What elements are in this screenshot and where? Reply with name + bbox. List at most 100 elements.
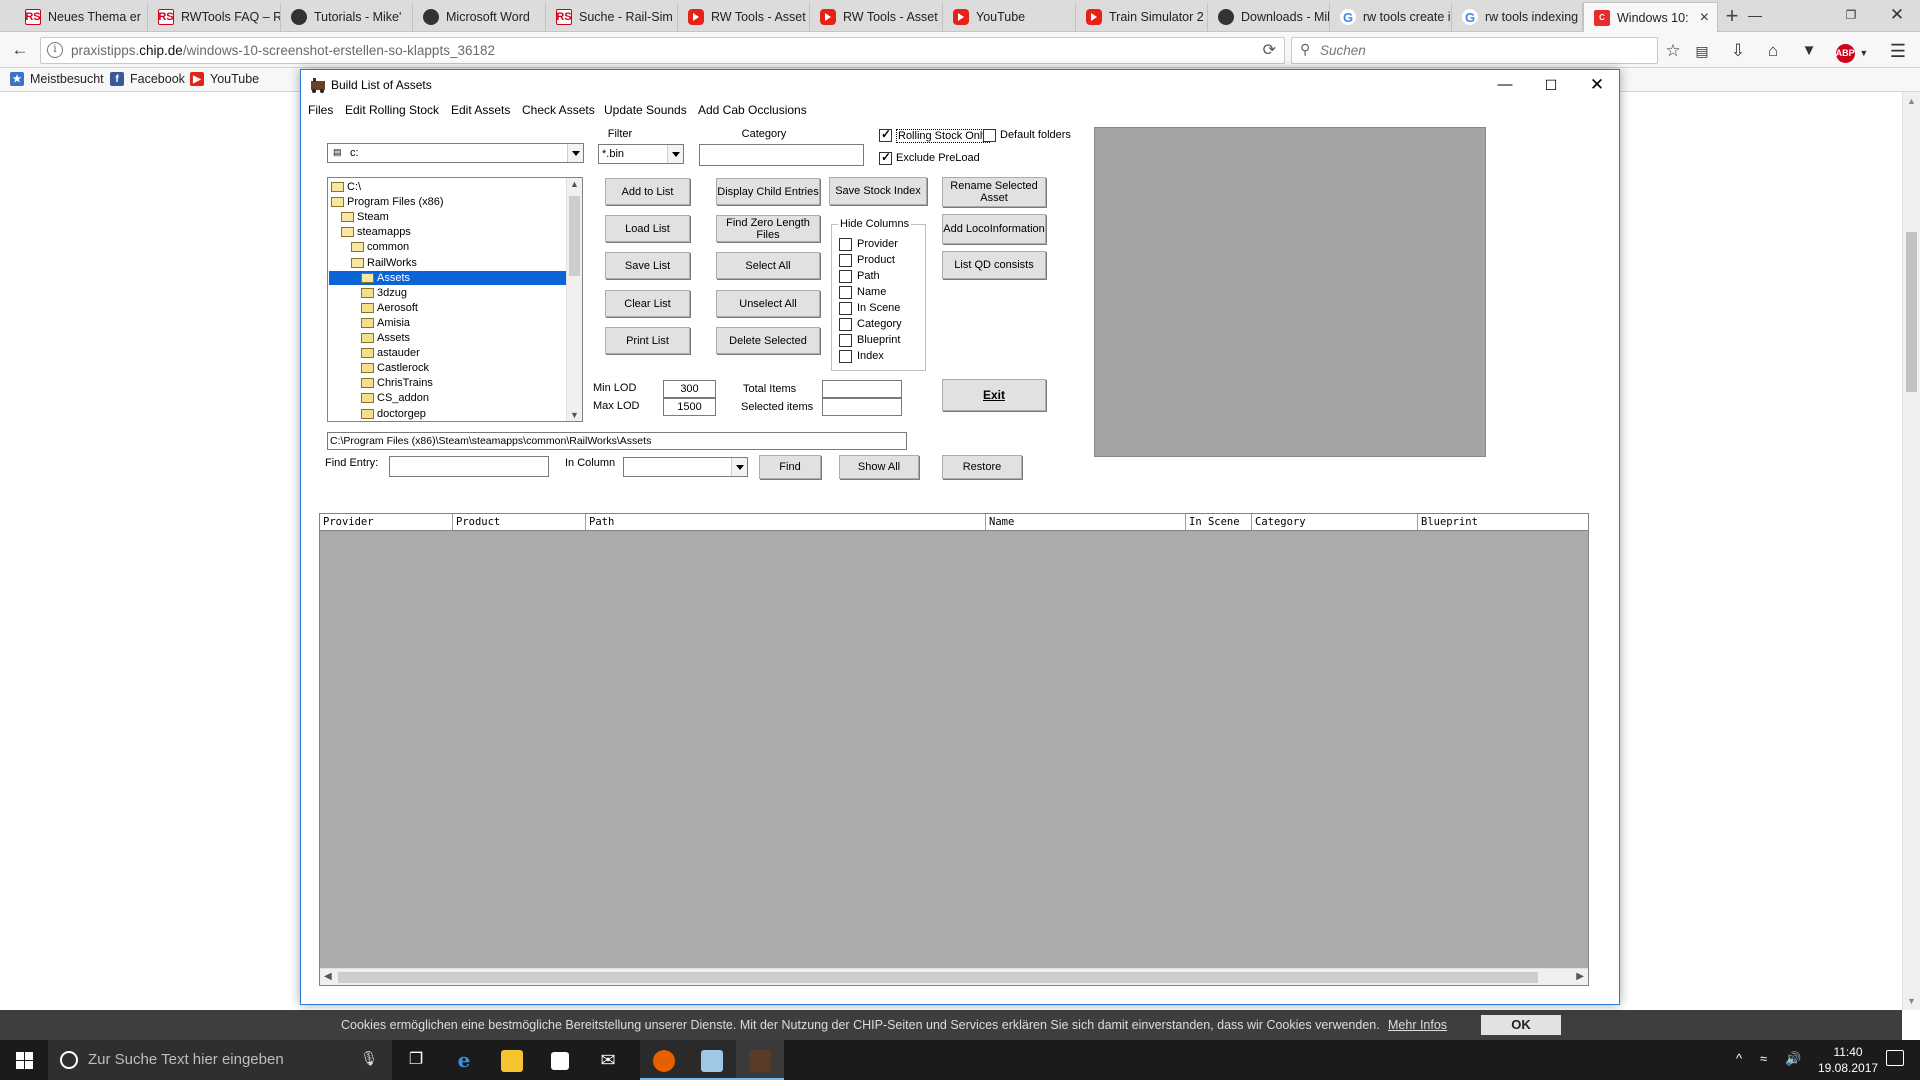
menu-check-assets[interactable]: Check Assets (522, 103, 595, 117)
microphone-icon[interactable]: 🎙 (360, 1050, 378, 1067)
hide-column-label[interactable]: Name (857, 286, 886, 298)
store-icon[interactable] (536, 1040, 584, 1080)
hide-column-checkbox[interactable] (839, 270, 852, 283)
min-lod-input[interactable]: 300 (663, 380, 716, 398)
rolling-stock-only-label[interactable]: Rolling Stock Only (896, 129, 990, 143)
hide-column-label[interactable]: Blueprint (857, 334, 900, 346)
browser-tab[interactable]: Tutorials - Mike' (281, 3, 413, 31)
browser-minimize-button[interactable]: — (1732, 0, 1778, 30)
app-minimize-button[interactable]: — (1482, 70, 1528, 100)
clear-list-button[interactable]: Clear List (605, 290, 690, 317)
tree-item[interactable]: common (351, 240, 409, 254)
add-to-list-button[interactable]: Add to List (605, 178, 690, 205)
pocket-icon[interactable]: ▼ (1797, 40, 1821, 62)
menu-edit-rolling-stock[interactable]: Edit Rolling Stock (345, 103, 439, 117)
menu-hamburger-icon[interactable]: ☰ (1886, 40, 1910, 62)
default-folders-label[interactable]: Default folders (1000, 129, 1071, 141)
site-info-icon[interactable]: i (47, 42, 63, 58)
tree-item[interactable]: Amisia (361, 316, 410, 330)
tree-item[interactable]: Program Files (x86) (331, 195, 444, 209)
in-column-select[interactable] (623, 457, 748, 477)
grid-scroll-thumb[interactable] (338, 972, 1538, 983)
cookie-ok-button[interactable]: OK (1481, 1015, 1561, 1035)
asset-list-grid[interactable]: Provider Product Path Name In Scene Cate… (319, 513, 1589, 986)
tree-scrollbar[interactable]: ▲ ▼ (566, 178, 582, 421)
app-maximize-button[interactable]: ☐ (1528, 70, 1574, 100)
start-button[interactable] (0, 1040, 48, 1080)
address-bar[interactable]: i praxistipps.chip.de/windows-10-screens… (40, 37, 1285, 64)
build-list-app-icon[interactable] (736, 1040, 784, 1080)
adblock-icon[interactable]: ABP ▼ (1832, 40, 1872, 63)
drive-select[interactable]: ▤ c: (327, 143, 584, 163)
chevron-down-icon[interactable] (667, 145, 683, 163)
find-entry-input[interactable] (389, 456, 549, 477)
hide-column-label[interactable]: Path (857, 270, 880, 282)
reload-icon[interactable]: ⟳ (1263, 40, 1276, 60)
tree-item[interactable]: C:\ (331, 180, 361, 194)
tree-item[interactable]: RailWorks (351, 256, 417, 270)
tree-item[interactable]: Aerosoft (361, 301, 418, 315)
rolling-stock-only-checkbox[interactable] (879, 127, 892, 142)
bookmark-meistbesucht[interactable]: ★ Meistbesucht (10, 72, 104, 86)
default-folders-checkbox[interactable] (983, 129, 996, 142)
browser-tab[interactable]: Downloads - Mik (1208, 3, 1330, 31)
display-child-entries-button[interactable]: Display Child Entries (716, 178, 820, 205)
page-scrollbar[interactable]: ▲ ▼ (1902, 92, 1920, 1010)
hide-column-label[interactable]: In Scene (857, 302, 900, 314)
column-header-name[interactable]: Name (986, 514, 1186, 530)
column-header-product[interactable]: Product (453, 514, 586, 530)
browser-tab[interactable]: YouTube (943, 3, 1076, 31)
browser-tab[interactable]: C Windows 10: × (1583, 2, 1718, 32)
browser-tab[interactable]: Grw tools create in (1330, 3, 1452, 31)
scroll-down-arrow[interactable]: ▼ (1907, 996, 1916, 1006)
network-icon[interactable]: ≈ (1760, 1051, 1767, 1066)
hide-column-checkbox[interactable] (839, 318, 852, 331)
load-list-button[interactable]: Load List (605, 215, 690, 242)
exclude-preload-checkbox[interactable] (879, 150, 892, 165)
hide-column-checkbox[interactable] (839, 302, 852, 315)
folder-tree[interactable]: C:\ Program Files (x86) Steam steamapps comm… (327, 177, 583, 422)
exclude-preload-label[interactable]: Exclude PreLoad (896, 152, 980, 164)
scroll-down-arrow[interactable]: ▼ (570, 410, 579, 420)
unselect-all-button[interactable]: Unselect All (716, 290, 820, 317)
column-header-category[interactable]: Category (1252, 514, 1418, 530)
rwtools-icon[interactable] (688, 1040, 736, 1080)
rename-selected-asset-button[interactable]: Rename Selected Asset (942, 177, 1046, 207)
tree-item[interactable]: 3dzug (361, 286, 407, 300)
tree-item[interactable]: CS_addon (361, 391, 429, 405)
chevron-down-icon[interactable] (567, 144, 583, 162)
exit-button[interactable]: Exit (942, 379, 1046, 411)
current-path-field[interactable]: C:\Program Files (x86)\Steam\steamapps\c… (327, 432, 907, 450)
search-input[interactable]: ⚲ Suchen (1291, 37, 1658, 64)
menu-update-sounds[interactable]: Update Sounds (604, 103, 687, 117)
tree-scroll-thumb[interactable] (569, 196, 580, 276)
download-icon[interactable]: ⇩ (1726, 40, 1750, 62)
hide-column-checkbox[interactable] (839, 334, 852, 347)
tree-item[interactable]: Steam (341, 210, 389, 224)
grid-horizontal-scrollbar[interactable]: ◀ ▶ (320, 968, 1588, 985)
menu-add-cab-occlusions[interactable]: Add Cab Occlusions (698, 103, 807, 117)
column-header-in-scene[interactable]: In Scene (1186, 514, 1252, 530)
menu-files[interactable]: Files (308, 103, 333, 117)
cookie-more-info-link[interactable]: Mehr Infos (1388, 1018, 1447, 1032)
hide-column-checkbox[interactable] (839, 286, 852, 299)
browser-tab[interactable]: RS Suche - Rail-Sim (546, 3, 678, 31)
tree-item[interactable]: ChrisTrains (361, 376, 433, 390)
max-lod-input[interactable]: 1500 (663, 398, 716, 416)
scroll-up-arrow[interactable]: ▲ (1907, 96, 1916, 106)
browser-tab[interactable]: RS Neues Thema er (15, 3, 148, 31)
bookmark-facebook[interactable]: f Facebook (110, 72, 185, 86)
show-all-button[interactable]: Show All (839, 455, 919, 479)
task-view-icon[interactable]: ❐ (392, 1040, 440, 1080)
browser-restore-button[interactable]: ❐ (1828, 0, 1874, 30)
hide-column-label[interactable]: Index (857, 350, 884, 362)
category-input[interactable] (699, 144, 864, 166)
back-button[interactable]: ← (6, 36, 34, 64)
scroll-right-arrow[interactable]: ▶ (1576, 971, 1584, 982)
tree-item[interactable]: Assets (361, 331, 410, 345)
print-list-button[interactable]: Print List (605, 327, 690, 354)
taskbar-search-box[interactable]: Zur Suche Text hier eingeben 🎙 (48, 1040, 392, 1080)
home-icon[interactable]: ⌂ (1761, 40, 1785, 62)
add-loco-information-button[interactable]: Add LocoInformation (942, 214, 1046, 244)
firefox-icon[interactable] (640, 1040, 688, 1080)
